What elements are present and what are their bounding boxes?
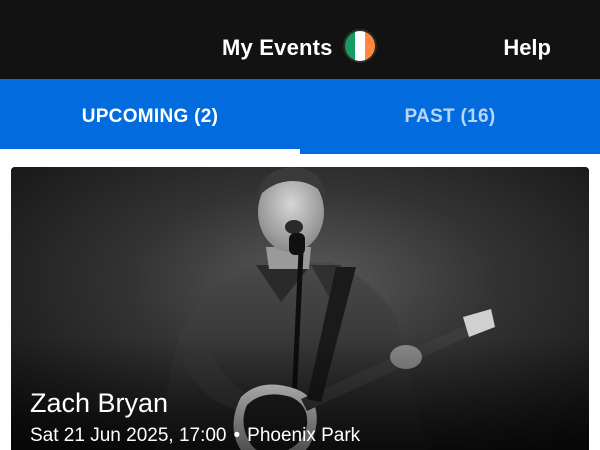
flag-green-stripe <box>345 31 355 61</box>
page-title: My Events <box>222 35 333 60</box>
tab-past[interactable]: PAST (16) <box>300 79 600 154</box>
event-details: Zach Bryan Sat 21 Jun 2025, 17:00 • Phoeni… <box>30 386 360 448</box>
event-date-venue: Sat 21 Jun 2025, 17:00 • Phoenix Park <box>30 424 360 448</box>
flag-white-stripe <box>355 31 365 61</box>
event-date-time: Sat 21 Jun 2025, 17:00 <box>30 425 227 446</box>
upcoming-events-list: Zach Bryan Sat 21 Jun 2025, 17:00 • Phoeni… <box>0 154 600 450</box>
event-artist-name: Zach Bryan <box>30 388 169 418</box>
event-card[interactable]: Zach Bryan Sat 21 Jun 2025, 17:00 • Phoeni… <box>11 167 589 450</box>
events-tab-bar: UPCOMING (2) PAST (16) <box>0 79 600 154</box>
my-events-screen: My Events Help UPCOMING (2) PAST (16) Za… <box>0 0 600 450</box>
event-venue: Phoenix Park <box>247 425 361 446</box>
top-bar: My Events Help <box>0 0 600 79</box>
flag-orange-stripe <box>365 31 375 61</box>
ireland-flag-icon[interactable] <box>343 29 377 63</box>
tab-upcoming[interactable]: UPCOMING (2) <box>0 79 300 154</box>
help-button[interactable]: Help <box>503 34 551 62</box>
meta-separator: • <box>233 425 241 446</box>
